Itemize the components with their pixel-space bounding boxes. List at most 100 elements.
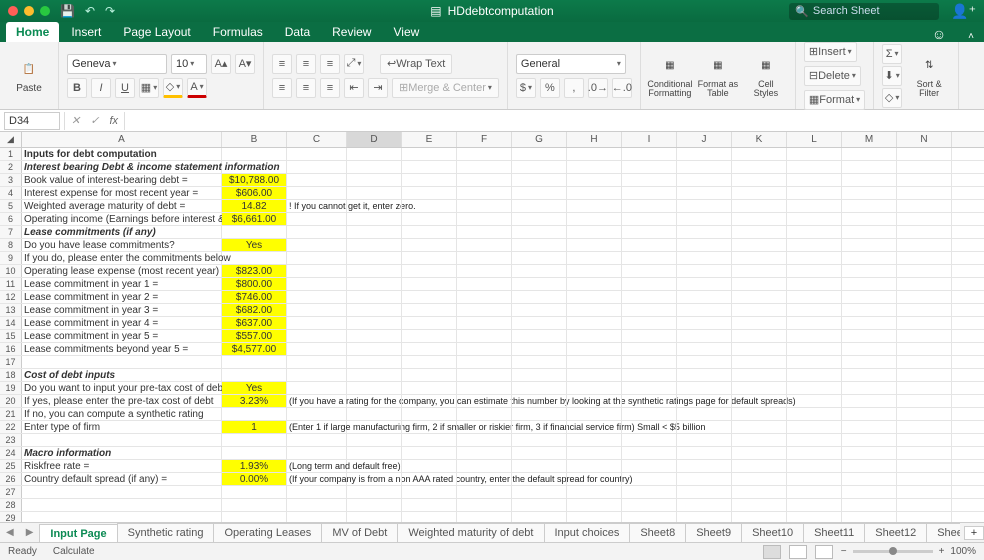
cell-M5[interactable]: [842, 200, 897, 212]
cell-C7[interactable]: [287, 226, 347, 238]
cell-N6[interactable]: [897, 213, 952, 225]
cell-I29[interactable]: [622, 512, 677, 522]
cell-D21[interactable]: [347, 408, 402, 420]
cell-F15[interactable]: [457, 330, 512, 342]
cell-E12[interactable]: [402, 291, 457, 303]
cell-D28[interactable]: [347, 499, 402, 511]
cell-M29[interactable]: [842, 512, 897, 522]
cell-G28[interactable]: [512, 499, 567, 511]
cell-J14[interactable]: [677, 317, 732, 329]
cell-J18[interactable]: [677, 369, 732, 381]
cell-I10[interactable]: [622, 265, 677, 277]
col-header-F[interactable]: F: [457, 132, 512, 147]
cell-H24[interactable]: [567, 447, 622, 459]
cell-C3[interactable]: [287, 174, 347, 186]
cell-F18[interactable]: [457, 369, 512, 381]
italic-button[interactable]: I: [91, 78, 111, 98]
cell-F20[interactable]: [457, 395, 512, 407]
cell-E7[interactable]: [402, 226, 457, 238]
cell-K29[interactable]: [732, 512, 787, 522]
cell-C5[interactable]: ! If you cannot get it, enter zero.: [287, 200, 347, 212]
cell-E4[interactable]: [402, 187, 457, 199]
cell-D4[interactable]: [347, 187, 402, 199]
cell-B20[interactable]: 3.23%: [222, 395, 287, 407]
cell-D16[interactable]: [347, 343, 402, 355]
cell-D18[interactable]: [347, 369, 402, 381]
cell-C26[interactable]: (If your company is from a non AAA rated…: [287, 473, 347, 485]
cell-D11[interactable]: [347, 278, 402, 290]
cell-E14[interactable]: [402, 317, 457, 329]
cell-C12[interactable]: [287, 291, 347, 303]
cell-B26[interactable]: 0.00%: [222, 473, 287, 485]
cell-I26[interactable]: [622, 473, 677, 485]
cell-N22[interactable]: [897, 421, 952, 433]
col-header-G[interactable]: G: [512, 132, 567, 147]
cell-F12[interactable]: [457, 291, 512, 303]
cell-F3[interactable]: [457, 174, 512, 186]
cell-C21[interactable]: [287, 408, 347, 420]
sheet-tab-input-page[interactable]: Input Page: [39, 524, 117, 543]
cell-H27[interactable]: [567, 486, 622, 498]
cell-A18[interactable]: Cost of debt inputs: [22, 369, 222, 381]
cell-H28[interactable]: [567, 499, 622, 511]
cell-H29[interactable]: [567, 512, 622, 522]
cell-A10[interactable]: Operating lease expense (most recent yea…: [22, 265, 222, 277]
cell-E3[interactable]: [402, 174, 457, 186]
cell-K15[interactable]: [732, 330, 787, 342]
cell-styles-button[interactable]: ▦Cell Styles: [745, 54, 787, 98]
sheet-nav-next-icon[interactable]: ▶: [20, 527, 40, 538]
cell-B4[interactable]: $606.00: [222, 187, 287, 199]
cell-M26[interactable]: [842, 473, 897, 485]
cell-H23[interactable]: [567, 434, 622, 446]
cell-N9[interactable]: [897, 252, 952, 264]
sheet-tab-sheet8[interactable]: Sheet8: [629, 523, 686, 543]
align-center-icon[interactable]: ≡: [296, 78, 316, 98]
cell-A15[interactable]: Lease commitment in year 5 =: [22, 330, 222, 342]
cell-I1[interactable]: [622, 148, 677, 160]
cell-G29[interactable]: [512, 512, 567, 522]
cell-I4[interactable]: [622, 187, 677, 199]
sheet-nav-prev-icon[interactable]: ◀: [0, 527, 20, 538]
cell-K13[interactable]: [732, 304, 787, 316]
row-header-29[interactable]: 29: [0, 512, 22, 522]
cell-B5[interactable]: 14.82: [222, 200, 287, 212]
row-header-15[interactable]: 15: [0, 330, 22, 342]
increase-font-icon[interactable]: A▴: [211, 54, 231, 74]
col-header-D[interactable]: D: [347, 132, 402, 147]
cell-D8[interactable]: [347, 239, 402, 251]
row-header-18[interactable]: 18: [0, 369, 22, 381]
cell-F25[interactable]: [457, 460, 512, 472]
cell-I17[interactable]: [622, 356, 677, 368]
cell-G25[interactable]: [512, 460, 567, 472]
fx-icon[interactable]: fx: [109, 115, 118, 127]
cell-B9[interactable]: [222, 252, 287, 264]
cell-B21[interactable]: [222, 408, 287, 420]
cell-G15[interactable]: [512, 330, 567, 342]
cell-I5[interactable]: [622, 200, 677, 212]
cell-G16[interactable]: [512, 343, 567, 355]
cell-K27[interactable]: [732, 486, 787, 498]
cell-F22[interactable]: [457, 421, 512, 433]
font-size-select[interactable]: 10▾: [171, 54, 207, 74]
cell-M11[interactable]: [842, 278, 897, 290]
cell-I25[interactable]: [622, 460, 677, 472]
cell-M22[interactable]: [842, 421, 897, 433]
cell-F17[interactable]: [457, 356, 512, 368]
cell-C6[interactable]: [287, 213, 347, 225]
align-top-icon[interactable]: ≡: [272, 54, 292, 74]
cell-E16[interactable]: [402, 343, 457, 355]
row-header-16[interactable]: 16: [0, 343, 22, 355]
cell-M16[interactable]: [842, 343, 897, 355]
delete-cells-button[interactable]: ⊟ Delete▾: [804, 66, 861, 86]
cell-J22[interactable]: [677, 421, 732, 433]
cell-H8[interactable]: [567, 239, 622, 251]
sheet-tab-operating-leases[interactable]: Operating Leases: [213, 523, 322, 543]
cell-A1[interactable]: Inputs for debt computation: [22, 148, 222, 160]
row-header-10[interactable]: 10: [0, 265, 22, 277]
cell-F26[interactable]: [457, 473, 512, 485]
cell-N20[interactable]: [897, 395, 952, 407]
cell-D10[interactable]: [347, 265, 402, 277]
row-header-25[interactable]: 25: [0, 460, 22, 472]
cell-J7[interactable]: [677, 226, 732, 238]
cell-J25[interactable]: [677, 460, 732, 472]
